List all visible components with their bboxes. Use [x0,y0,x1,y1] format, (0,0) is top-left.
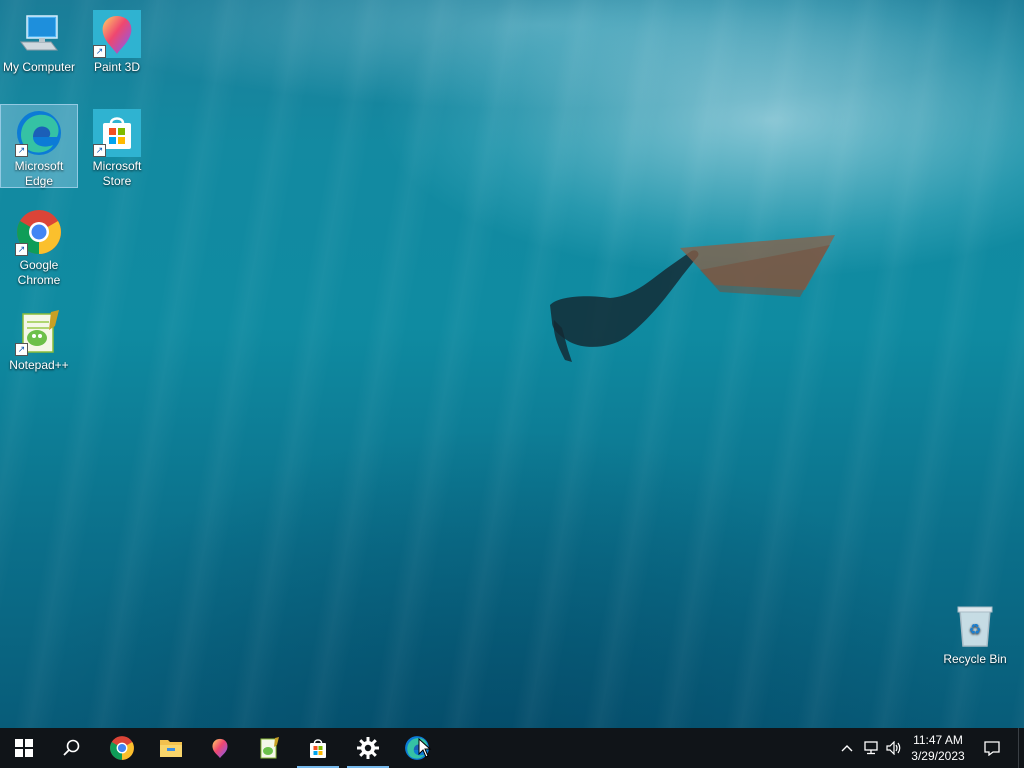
taskbar-file-explorer-button[interactable] [147,728,195,768]
desktop: My Computer ↗ Paint 3D ↗ Microsoft Edge … [0,0,1024,728]
computer-icon [15,10,63,58]
shortcut-arrow-icon: ↗ [93,144,106,157]
search-icon [63,739,80,756]
desktop-icon-label: My Computer [2,60,76,74]
notification-icon [984,741,1000,756]
taskbar-notepad-plus-plus-button[interactable] [245,728,293,768]
desktop-icon-recycle-bin[interactable]: ♻ Recycle Bin [937,598,1013,670]
chevron-up-icon [841,745,853,752]
store-icon [310,739,326,758]
network-icon [864,741,878,755]
desktop-icon-label: Recycle Bin [943,652,1007,666]
mouse-cursor [418,738,432,758]
shortcut-arrow-icon: ↗ [15,243,28,256]
desktop-icon-google-chrome[interactable]: ↗ Google Chrome [1,204,77,287]
show-desktop-button[interactable] [1018,728,1024,768]
desktop-icon-label: Microsoft Store [92,159,142,188]
desktop-icon-microsoft-edge[interactable]: ↗ Microsoft Edge [0,104,78,188]
desktop-icon-label: Google Chrome [17,258,61,287]
file-explorer-icon [160,740,182,757]
edge-icon: ↗ [15,109,63,157]
taskbar: 11:47 AM 3/29/2023 [0,728,1024,768]
taskbar-clock[interactable]: 11:47 AM 3/29/2023 [900,730,976,768]
taskbar-chrome-button[interactable] [98,728,146,768]
shortcut-arrow-icon: ↗ [15,144,28,157]
shortcut-arrow-icon: ↗ [15,343,28,356]
taskbar-paint-3d-button[interactable] [196,728,244,768]
settings-icon [357,737,379,759]
clock-date: 3/29/2023 [911,749,965,763]
taskbar-settings-button[interactable] [344,728,392,768]
start-button[interactable] [0,728,48,768]
recycle-bin-icon: ♻ [951,602,999,650]
desktop-icon-label: Paint 3D [93,60,141,74]
clock-time: 11:47 AM [913,733,963,747]
network-button[interactable] [860,728,882,768]
taskbar-store-button[interactable] [294,728,342,768]
desktop-icon-label: Notepad++ [9,358,69,372]
wallpaper-diver [550,235,835,362]
paint-3d-icon [212,738,228,759]
search-button[interactable] [48,728,96,768]
svg-text:♻: ♻ [969,622,982,638]
chrome-icon [110,736,134,760]
store-icon: ↗ [93,109,141,157]
action-center-button[interactable] [978,728,1006,768]
notepad-plus-plus-icon [260,737,279,759]
desktop-icon-microsoft-store[interactable]: ↗ Microsoft Store [79,105,155,188]
paint-3d-icon: ↗ [93,10,141,58]
desktop-icon-paint-3d[interactable]: ↗ Paint 3D [79,6,155,74]
shortcut-arrow-icon: ↗ [93,45,106,58]
desktop-icon-notepad-plus-plus[interactable]: ↗ Notepad++ [1,304,77,372]
notepad-plus-plus-icon: ↗ [15,308,63,356]
desktop-icon-my-computer[interactable]: My Computer [1,6,77,74]
desktop-icon-label: Microsoft Edge [14,159,64,188]
taskbar-edge-button[interactable] [393,728,441,768]
show-hidden-icons-button[interactable] [836,728,858,768]
start-icon [15,739,33,757]
chrome-icon: ↗ [15,208,63,256]
